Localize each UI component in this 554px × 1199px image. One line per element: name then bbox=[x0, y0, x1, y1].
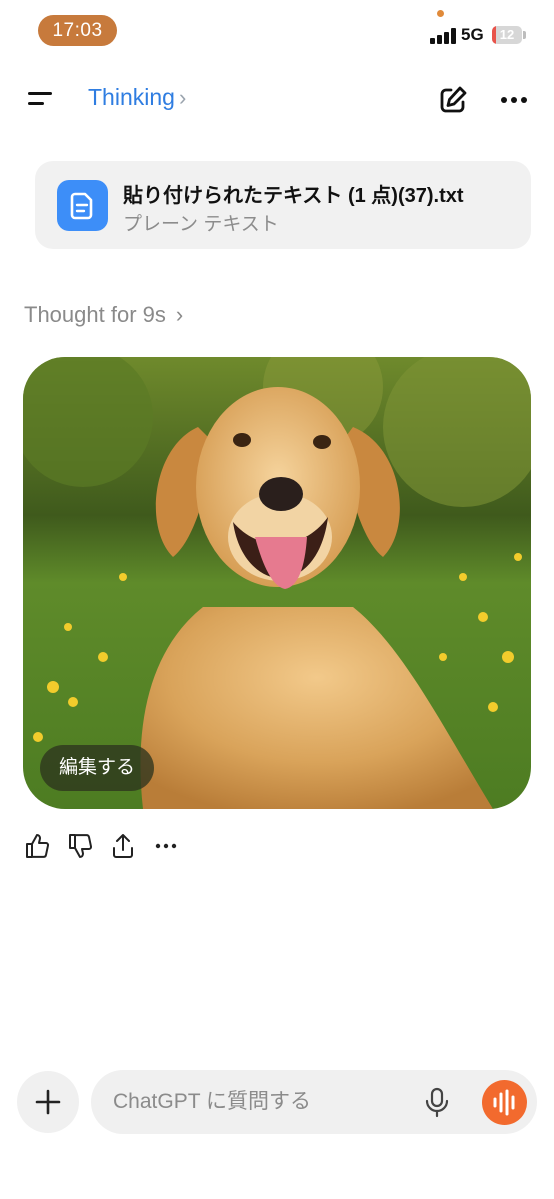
status-time: 17:03 bbox=[38, 15, 117, 46]
battery-cap bbox=[523, 31, 526, 39]
signal-icon bbox=[430, 28, 456, 44]
thumbs-down-icon[interactable] bbox=[67, 832, 93, 860]
chevron-right-icon: › bbox=[175, 302, 184, 327]
chevron-right-icon: › bbox=[178, 84, 187, 110]
document-icon bbox=[57, 180, 108, 231]
more-options-button[interactable] bbox=[498, 88, 532, 112]
message-composer bbox=[91, 1070, 537, 1134]
microphone-icon bbox=[425, 1087, 449, 1118]
plus-icon bbox=[35, 1089, 61, 1115]
edit-image-button[interactable]: 編集する bbox=[40, 745, 154, 791]
microphone-button[interactable] bbox=[421, 1086, 453, 1118]
message-input[interactable] bbox=[113, 1070, 413, 1134]
thought-toggle[interactable]: Thought for 9s › bbox=[24, 302, 183, 328]
more-icon[interactable] bbox=[154, 832, 180, 860]
battery-icon: 12 bbox=[492, 26, 522, 44]
voice-waveform-icon bbox=[493, 1089, 515, 1116]
network-type: 5G bbox=[461, 25, 484, 44]
thought-label: Thought for 9s bbox=[24, 302, 166, 327]
ellipsis-icon bbox=[501, 97, 527, 103]
model-name: Thinking bbox=[88, 84, 175, 110]
sidebar-menu-button[interactable] bbox=[24, 84, 56, 114]
voice-mode-button[interactable] bbox=[482, 1080, 527, 1125]
generated-image[interactable] bbox=[23, 357, 531, 809]
new-chat-button[interactable] bbox=[436, 83, 470, 117]
thumbs-up-icon[interactable] bbox=[24, 832, 50, 860]
attachment-file-type: プレーン テキスト bbox=[123, 214, 279, 235]
privacy-indicator-dot bbox=[437, 10, 444, 17]
add-attachment-button[interactable] bbox=[17, 1071, 79, 1133]
attachment-card[interactable]: 貼り付けられたテキスト (1 点)(37).txt プレーン テキスト bbox=[35, 161, 531, 249]
golden-retriever-icon bbox=[23, 357, 531, 809]
edit-icon bbox=[440, 86, 467, 113]
share-icon[interactable] bbox=[110, 832, 136, 860]
attachment-file-name: 貼り付けられたテキスト (1 点)(37).txt bbox=[123, 185, 464, 207]
model-selector[interactable]: Thinking › bbox=[88, 84, 186, 111]
battery-percent: 12 bbox=[499, 27, 515, 42]
